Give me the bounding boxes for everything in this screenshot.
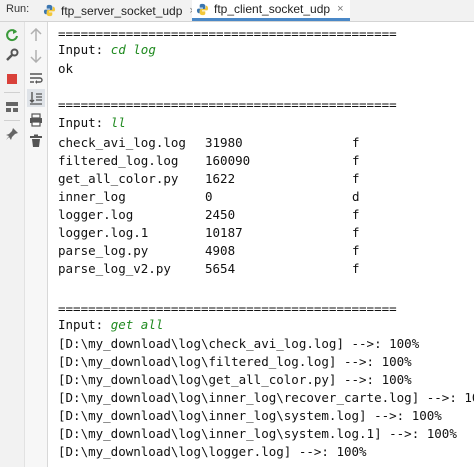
input-command: ll [110, 115, 126, 130]
arrow-down-icon[interactable] [27, 47, 45, 65]
download-progress-line: [D:\my_download\log\inner_log\system.log… [58, 408, 442, 423]
tab-label: ftp_client_socket_udp [214, 2, 331, 16]
listing-row: inner_log 0 d [58, 188, 458, 206]
run-toolbar-primary [0, 22, 25, 467]
trash-icon[interactable] [27, 132, 45, 150]
run-toolbar-secondary [25, 22, 48, 467]
download-progress-line: [D:\my_download\log\filtered_log.log] --… [58, 354, 412, 369]
python-icon [43, 4, 56, 17]
toolbar-separator [4, 92, 20, 93]
pin-icon[interactable] [3, 125, 21, 143]
listing-row: logger.log 2450 f [58, 206, 458, 224]
input-command: cd log [110, 42, 156, 57]
close-icon[interactable]: × [337, 3, 343, 15]
file-size: 4908 [205, 243, 236, 258]
download-progress-line: [D:\my_download\log\logger.log] -->: 100… [58, 444, 367, 459]
download-progress-line: [D:\my_download\log\get_all_color.py] --… [58, 372, 412, 387]
run-tab-bar: Run: ftp_server_socket_udp × ftp_client_… [0, 0, 474, 22]
file-name: filtered_log.log [58, 153, 179, 168]
file-type: f [352, 135, 360, 150]
file-name: logger.log [58, 207, 134, 222]
input-prompt: Input: [58, 115, 111, 130]
input-line: Input: get all [58, 316, 163, 334]
python-icon [196, 3, 209, 15]
listing-row: parse_log_v2.py 5654 f [58, 260, 458, 278]
file-type: f [352, 207, 360, 222]
file-type: f [352, 153, 360, 168]
file-name: parse_log_v2.py [58, 261, 171, 276]
file-size: 5654 [205, 261, 236, 276]
file-name: inner_log [58, 189, 126, 204]
command-output: ok [58, 61, 74, 76]
file-size: 1622 [205, 171, 236, 186]
separator-line: ========================================… [58, 97, 397, 112]
file-type: f [352, 261, 360, 276]
listing-row: check_avi_log.log 31980 f [58, 134, 458, 152]
input-line: Input: cd log [58, 41, 156, 59]
file-name: check_avi_log.log [58, 135, 186, 150]
input-prompt: Input: [58, 42, 111, 57]
arrow-up-icon[interactable] [27, 26, 45, 44]
listing-row: parse_log.py 4908 f [58, 242, 458, 260]
console-output[interactable]: ========================================… [58, 22, 474, 467]
soft-wrap-icon[interactable] [27, 69, 45, 87]
file-size: 0 [205, 189, 213, 204]
tab-label: ftp_server_socket_udp [61, 3, 183, 18]
file-size: 10187 [205, 225, 243, 240]
scroll-to-end-icon[interactable] [27, 89, 45, 107]
print-icon[interactable] [27, 111, 45, 129]
wrench-icon[interactable] [3, 46, 21, 64]
file-size: 31980 [205, 135, 243, 150]
file-size: 2450 [205, 207, 236, 222]
rerun-icon[interactable] [3, 26, 21, 44]
download-progress-line: [D:\my_download\log\inner_log\recover_ca… [58, 390, 474, 405]
tab-ftp-server-socket-udp[interactable]: ftp_server_socket_udp × [41, 0, 202, 21]
listing-row: filtered_log.log 160090 f [58, 152, 458, 170]
stop-icon[interactable] [3, 70, 21, 88]
toolbar-separator [4, 120, 20, 121]
file-type: f [352, 171, 360, 186]
file-name: parse_log.py [58, 243, 149, 258]
tab-ftp-client-socket-udp[interactable]: ftp_client_socket_udp × [192, 0, 350, 21]
listing-row: get_all_color.py 1622 f [58, 170, 458, 188]
input-prompt: Input: [58, 317, 111, 332]
file-size: 160090 [205, 153, 251, 168]
file-name: logger.log.1 [58, 225, 149, 240]
file-name: get_all_color.py [58, 171, 179, 186]
download-progress-line: [D:\my_download\log\inner_log\system.log… [58, 426, 457, 441]
input-command: get all [110, 317, 164, 332]
layout-icon[interactable] [3, 98, 21, 116]
run-tool-window: Run: ftp_server_socket_udp × ftp_client_… [0, 0, 474, 467]
file-type: d [352, 189, 360, 204]
listing-row: logger.log.1 10187 f [58, 224, 458, 242]
download-progress-line: [D:\my_download\log\check_avi_log.log] -… [58, 336, 420, 351]
input-line: Input: ll [58, 114, 126, 132]
file-type: f [352, 225, 360, 240]
file-type: f [352, 243, 360, 258]
run-label: Run: [6, 3, 30, 15]
